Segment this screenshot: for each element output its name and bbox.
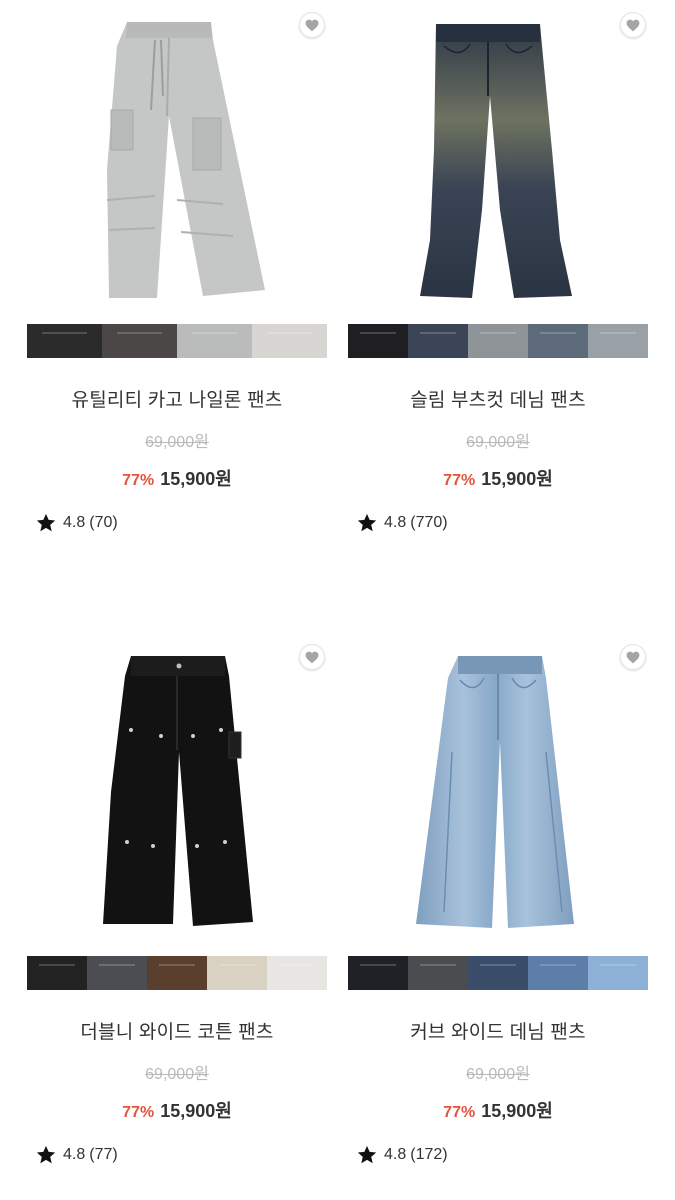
product-image[interactable] bbox=[348, 632, 648, 950]
original-price: 69,000원 bbox=[466, 434, 530, 451]
product-image[interactable] bbox=[348, 0, 648, 318]
rating-row: 4.8 (770) bbox=[356, 511, 648, 535]
color-swatch-strip bbox=[348, 956, 648, 990]
product-card[interactable]: 슬림 부츠컷 데님 팬츠 69,000원 77% 15,900원 4.8 (770… bbox=[348, 0, 648, 535]
cargo-pants-image bbox=[106, 22, 265, 298]
product-image[interactable] bbox=[27, 0, 327, 318]
rating-row: 4.8 (77) bbox=[35, 1143, 327, 1167]
rating-row: 4.8 (70) bbox=[35, 511, 327, 535]
product-name[interactable]: 유틸리티 카고 나일론 팬츠 bbox=[27, 388, 327, 414]
original-price: 69,000원 bbox=[466, 1066, 530, 1083]
color-swatch[interactable] bbox=[468, 324, 528, 358]
bootcut-jeans-image bbox=[420, 24, 572, 298]
product-image[interactable] bbox=[27, 632, 327, 950]
product-card[interactable]: 더블니 와이드 코튼 팬츠 69,000원 77% 15,900원 4.8 (77… bbox=[27, 632, 327, 1167]
price-row: 77% 15,900원 bbox=[27, 467, 327, 491]
star-icon bbox=[36, 513, 56, 532]
color-swatch-strip bbox=[348, 324, 648, 358]
review-count: (77) bbox=[89, 1146, 118, 1163]
product-name[interactable]: 더블니 와이드 코튼 팬츠 bbox=[27, 1020, 327, 1046]
color-swatch[interactable] bbox=[348, 324, 408, 358]
color-swatch-strip bbox=[27, 324, 327, 358]
rating-row: 4.8 (172) bbox=[356, 1143, 648, 1167]
wish-button[interactable] bbox=[299, 12, 325, 38]
sale-price: 15,900원 bbox=[160, 1101, 232, 1121]
wish-button[interactable] bbox=[620, 12, 646, 38]
review-count: (770) bbox=[410, 514, 448, 531]
color-swatch[interactable] bbox=[207, 956, 267, 990]
wish-button[interactable] bbox=[299, 644, 325, 670]
product-name[interactable]: 슬림 부츠컷 데님 팬츠 bbox=[348, 388, 648, 414]
color-swatch[interactable] bbox=[147, 956, 207, 990]
rating-value: 4.8 bbox=[63, 1146, 86, 1163]
sale-price: 15,900원 bbox=[160, 469, 232, 489]
original-price: 69,000원 bbox=[145, 434, 209, 451]
sale-price: 15,900원 bbox=[481, 1101, 553, 1121]
product-card[interactable]: 커브 와이드 데님 팬츠 69,000원 77% 15,900원 4.8 (172… bbox=[348, 632, 648, 1167]
color-swatch[interactable] bbox=[528, 324, 588, 358]
star-icon bbox=[357, 1145, 377, 1164]
review-count: (70) bbox=[89, 514, 118, 531]
discount-rate: 77% bbox=[443, 1104, 476, 1121]
wish-button[interactable] bbox=[620, 644, 646, 670]
price-row: 77% 15,900원 bbox=[27, 1099, 327, 1123]
discount-rate: 77% bbox=[122, 1104, 155, 1121]
color-swatch[interactable] bbox=[408, 956, 468, 990]
wide-jeans-image bbox=[416, 656, 574, 928]
color-swatch[interactable] bbox=[27, 956, 87, 990]
price-row: 77% 15,900원 bbox=[348, 467, 648, 491]
color-swatch[interactable] bbox=[348, 956, 408, 990]
color-swatch[interactable] bbox=[27, 324, 102, 358]
color-swatch[interactable] bbox=[87, 956, 147, 990]
heart-icon bbox=[626, 651, 640, 663]
star-icon bbox=[36, 1145, 56, 1164]
color-swatch[interactable] bbox=[177, 324, 252, 358]
star-icon bbox=[357, 513, 377, 532]
price-row: 77% 15,900원 bbox=[348, 1099, 648, 1123]
color-swatch[interactable] bbox=[588, 324, 648, 358]
color-swatch[interactable] bbox=[252, 324, 327, 358]
color-swatch[interactable] bbox=[267, 956, 327, 990]
rating-value: 4.8 bbox=[384, 514, 407, 531]
heart-icon bbox=[626, 19, 640, 31]
color-swatch[interactable] bbox=[588, 956, 648, 990]
color-swatch-strip bbox=[27, 956, 327, 990]
product-grid: 유틸리티 카고 나일론 팬츠 69,000원 77% 15,900원 4.8 (7… bbox=[0, 0, 675, 1200]
color-swatch[interactable] bbox=[528, 956, 588, 990]
rating-value: 4.8 bbox=[384, 1146, 407, 1163]
color-swatch[interactable] bbox=[102, 324, 177, 358]
rating-value: 4.8 bbox=[63, 514, 86, 531]
original-price: 69,000원 bbox=[145, 1066, 209, 1083]
double-knee-pants-image bbox=[103, 656, 253, 926]
heart-icon bbox=[305, 651, 319, 663]
sale-price: 15,900원 bbox=[481, 469, 553, 489]
color-swatch[interactable] bbox=[468, 956, 528, 990]
discount-rate: 77% bbox=[122, 472, 155, 489]
product-name[interactable]: 커브 와이드 데님 팬츠 bbox=[348, 1020, 648, 1046]
discount-rate: 77% bbox=[443, 472, 476, 489]
product-card[interactable]: 유틸리티 카고 나일론 팬츠 69,000원 77% 15,900원 4.8 (7… bbox=[27, 0, 327, 535]
color-swatch[interactable] bbox=[408, 324, 468, 358]
heart-icon bbox=[305, 19, 319, 31]
review-count: (172) bbox=[410, 1146, 448, 1163]
